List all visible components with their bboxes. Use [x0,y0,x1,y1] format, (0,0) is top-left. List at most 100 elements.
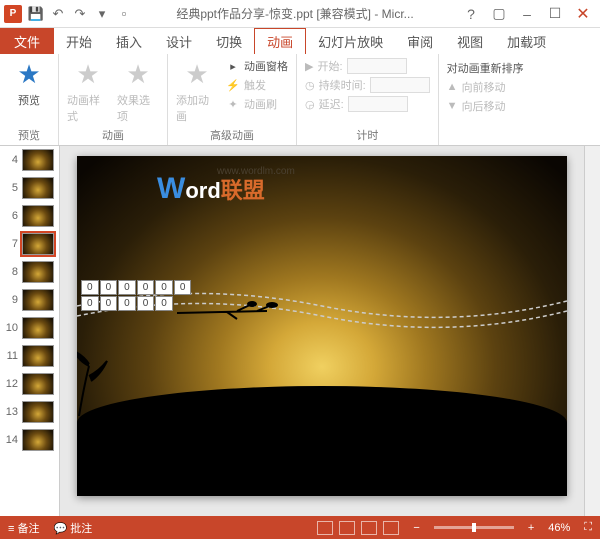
effect-options-icon: ★ [122,58,154,90]
anim-tag[interactable]: 0 [155,280,173,295]
save-icon[interactable]: 💾 [28,6,44,22]
maximize-icon[interactable]: ☐ [542,4,568,24]
ribbon: ★ 预览 预览 ★ 动画样式 ★ 效果选项 动画 ★ 添加动画 [0,54,600,146]
slide-canvas[interactable]: www.wordlm.com Word联盟 00000000000 [77,156,567,496]
zoom-level[interactable]: 46% [548,522,570,534]
vertical-scrollbar[interactable] [584,146,600,516]
effect-options-button: ★ 效果选项 [117,58,159,124]
thumbnail-12[interactable]: 12 [0,370,59,398]
duration-label: 持续时间: [319,77,366,93]
app-icon: P [4,5,22,23]
tab-review[interactable]: 审阅 [395,28,445,54]
group-preview: 预览 [8,125,50,145]
earlier-label: 向前移动 [462,79,506,95]
play-icon: ▶ [305,60,313,73]
anim-tag[interactable]: 0 [174,280,192,295]
animation-painter-button: ✦ 动画刷 [226,96,288,112]
later-label: 向后移动 [462,98,506,114]
ribbon-tabs: 文件 开始 插入 设计 切换 动画 幻灯片放映 审阅 视图 加载项 [0,28,600,54]
tab-transitions[interactable]: 切换 [204,28,254,54]
preview-button[interactable]: ★ 预览 [8,58,50,108]
move-later-button: ▼ 向后移动 [447,98,524,114]
anim-styles-label: 动画样式 [67,92,109,124]
fit-icon[interactable]: ⛶ [584,521,592,534]
anim-tag[interactable]: 0 [137,280,155,295]
tab-home[interactable]: 开始 [54,28,104,54]
up-icon: ▲ [447,81,458,93]
delay-input [348,96,408,112]
start-label: 开始: [317,58,342,74]
start-row: ▶ 开始: [305,58,430,74]
animation-styles-button: ★ 动画样式 [67,58,109,124]
minimize-icon[interactable]: – [514,4,540,24]
reading-view-icon[interactable] [361,521,377,535]
anim-tag[interactable]: 0 [100,296,118,311]
slide-editor[interactable]: www.wordlm.com Word联盟 00000000000 [60,146,584,516]
add-anim-label: 添加动画 [176,92,218,124]
thumbnail-9[interactable]: 9 [0,286,59,314]
animation-pane-button[interactable]: ▸ 动画窗格 [226,58,288,74]
anim-tag[interactable]: 0 [81,280,99,295]
slideshow-icon[interactable]: ▫ [116,6,132,22]
hill-shape [77,386,567,496]
thumbnail-8[interactable]: 8 [0,258,59,286]
anim-tag[interactable]: 0 [155,296,173,311]
move-earlier-button: ▲ 向前移动 [447,79,524,95]
zoom-out-icon[interactable]: − [413,522,419,534]
pane-label: 动画窗格 [244,58,288,74]
tab-insert[interactable]: 插入 [104,28,154,54]
slide-thumbnails[interactable]: 4567891011121314 [0,146,60,516]
delay-icon: ◶ [305,98,315,111]
help-icon[interactable]: ? [458,4,484,24]
anim-tag[interactable]: 0 [137,296,155,311]
thumbnail-6[interactable]: 6 [0,202,59,230]
tab-design[interactable]: 设计 [154,28,204,54]
thumbnail-7[interactable]: 7 [0,230,59,258]
qat-more-icon[interactable]: ▾ [94,6,110,22]
thumbnail-4[interactable]: 4 [0,146,59,174]
anim-tag[interactable]: 0 [118,280,136,295]
status-bar: ≡ 备注 💬 批注 − + 46% ⛶ [0,516,600,539]
tab-file[interactable]: 文件 [0,28,54,54]
sorter-view-icon[interactable] [339,521,355,535]
clock-icon: ◷ [305,79,315,92]
thumbnail-10[interactable]: 10 [0,314,59,342]
trigger-button: ⚡ 触发 [226,77,288,93]
tab-slideshow[interactable]: 幻灯片放映 [306,28,395,54]
ribbon-options-icon[interactable]: ▢ [486,4,512,24]
group-animation: 动画 [67,125,159,145]
thumbnail-11[interactable]: 11 [0,342,59,370]
zoom-slider[interactable] [434,526,514,529]
animation-tags[interactable]: 00000000000 [81,280,201,311]
redo-icon[interactable]: ↷ [72,6,88,22]
thumbnail-13[interactable]: 13 [0,398,59,426]
duration-input [370,77,430,93]
comments-button[interactable]: 💬 批注 [53,520,92,536]
undo-icon[interactable]: ↶ [50,6,66,22]
anim-tag[interactable]: 0 [118,296,136,311]
zoom-in-icon[interactable]: + [528,522,534,534]
tab-view[interactable]: 视图 [445,28,495,54]
close-icon[interactable]: ✕ [570,4,596,24]
add-animation-button: ★ 添加动画 [176,58,218,124]
thumbnail-5[interactable]: 5 [0,174,59,202]
notes-button[interactable]: ≡ 备注 [8,520,39,536]
normal-view-icon[interactable] [317,521,333,535]
painter-icon: ✦ [226,97,240,111]
preview-star-icon: ★ [13,58,45,90]
painter-label: 动画刷 [244,96,277,112]
duration-row: ◷ 持续时间: [305,77,430,93]
tab-addins[interactable]: 加载项 [495,28,558,54]
slideshow-view-icon[interactable] [383,521,399,535]
anim-styles-icon: ★ [72,58,104,90]
down-icon: ▼ [447,100,458,112]
add-anim-icon: ★ [181,58,213,90]
thumbnail-14[interactable]: 14 [0,426,59,454]
anim-tag[interactable]: 0 [81,296,99,311]
group-advanced: 高级动画 [176,125,288,145]
preview-label: 预览 [18,92,40,108]
trigger-icon: ⚡ [226,78,240,92]
tab-animations[interactable]: 动画 [254,28,306,54]
anim-tag[interactable]: 0 [100,280,118,295]
pane-icon: ▸ [226,59,240,73]
